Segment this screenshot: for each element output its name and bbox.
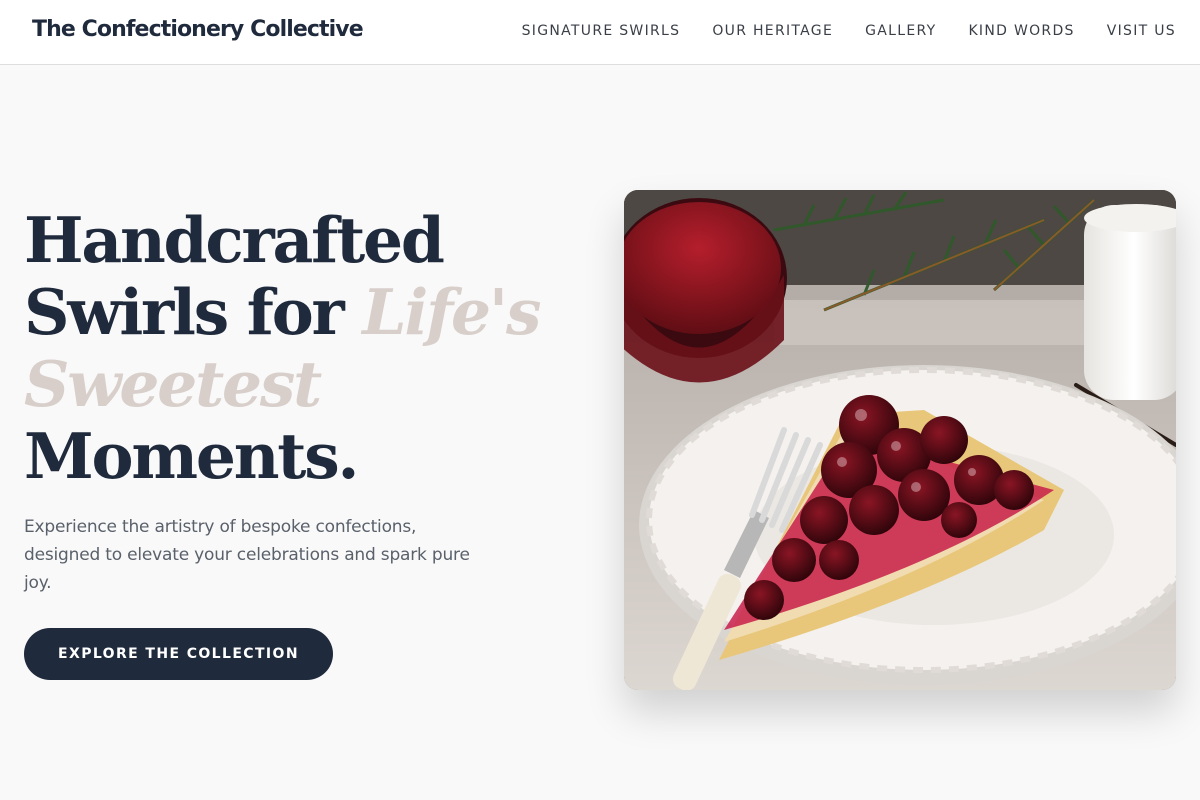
nav-gallery[interactable]: GALLERY — [865, 23, 936, 39]
cherry-tart-illustration — [624, 190, 1176, 690]
nav-visit-us[interactable]: VISIT US — [1107, 23, 1176, 39]
hero-title-line-2: Swirls for Life's — [24, 276, 584, 348]
main-nav: SIGNATURE SWIRLS OUR HERITAGE GALLERY KI… — [490, 23, 1176, 39]
hero-title-accent-1: Life's — [362, 275, 541, 349]
nav-signature-swirls[interactable]: SIGNATURE SWIRLS — [522, 23, 681, 39]
hero-title-plain: Swirls for — [24, 275, 363, 349]
hero-title-accent-2: Sweetest — [24, 347, 322, 421]
site-header: The Confectionery Collective SIGNATURE S… — [0, 0, 1200, 65]
explore-collection-button[interactable]: EXPLORE THE COLLECTION — [24, 628, 333, 680]
brand-logo[interactable]: The Confectionery Collective — [32, 17, 364, 42]
hero-title-line-1: Handcrafted — [24, 203, 445, 277]
nav-kind-words[interactable]: KIND WORDS — [968, 23, 1074, 39]
hero-title: Handcrafted Swirls for Life's Sweetest M… — [24, 204, 584, 492]
hero-title-line-4: Moments. — [24, 419, 359, 493]
hero-subtitle: Experience the artistry of bespoke confe… — [24, 517, 470, 593]
nav-our-heritage[interactable]: OUR HERITAGE — [712, 23, 833, 39]
hero-image — [624, 190, 1176, 690]
